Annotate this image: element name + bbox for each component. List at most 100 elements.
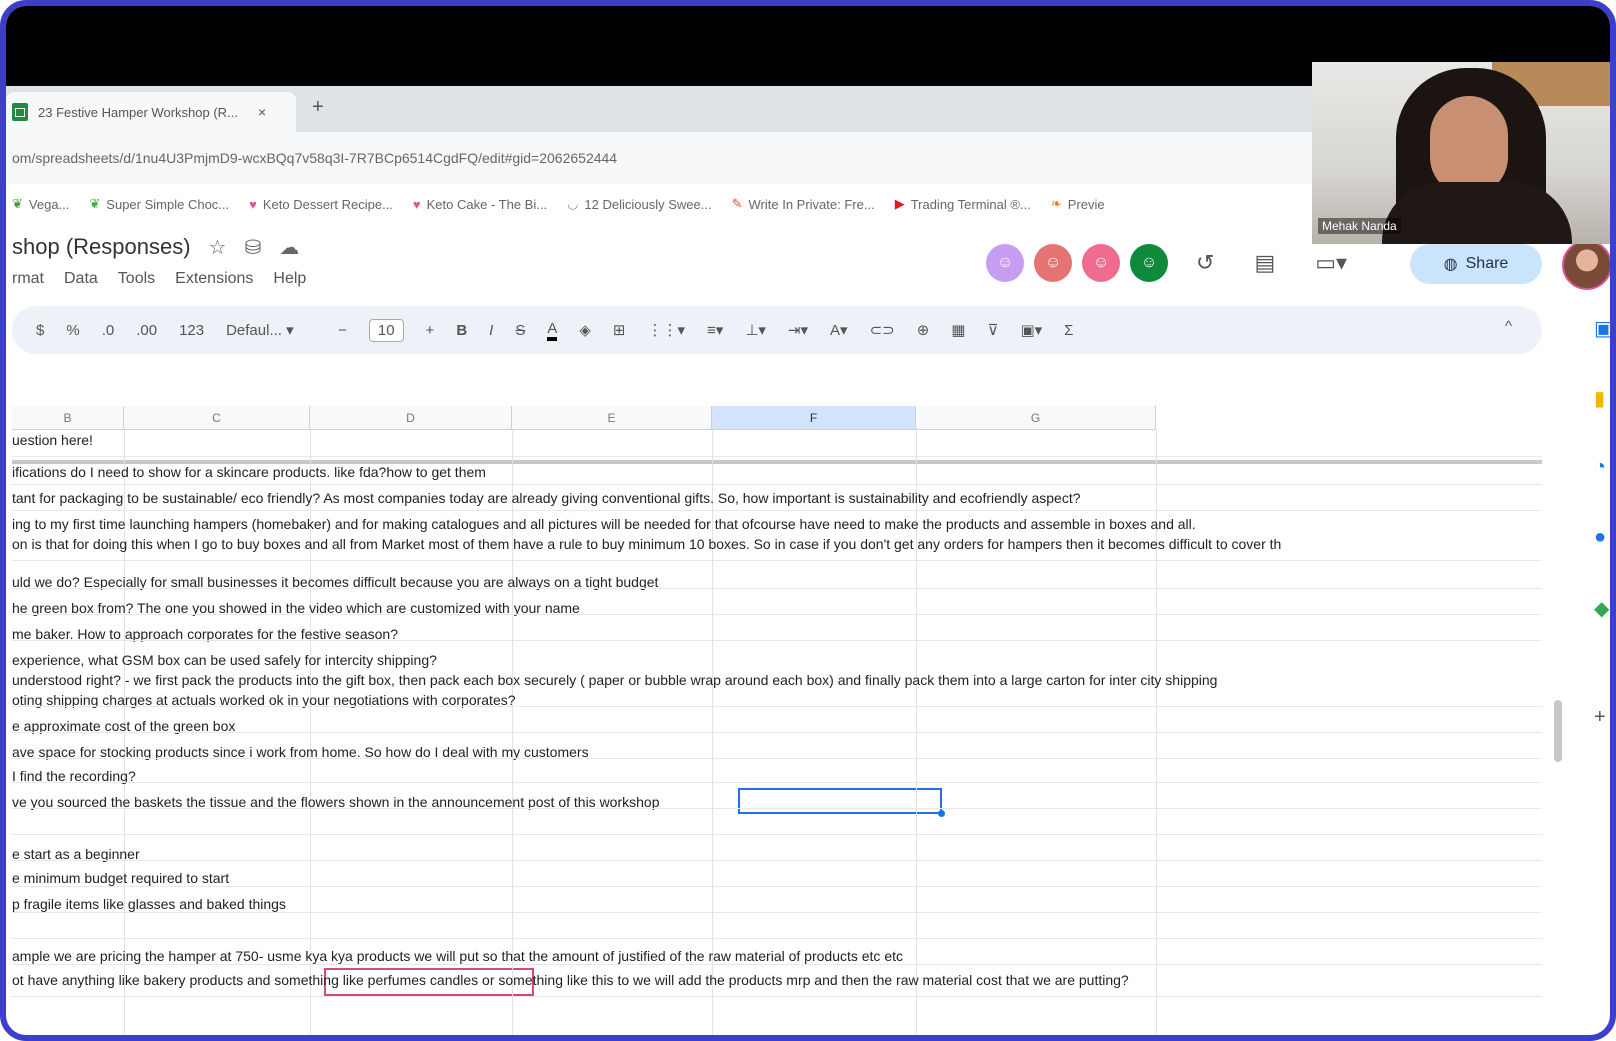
document-title[interactable]: shop (Responses) [12,234,191,260]
bold-button[interactable]: B [456,322,467,339]
avatar-icon[interactable]: ☺ [1130,244,1168,282]
table-row[interactable]: ifications do I need to show for a skinc… [12,464,486,480]
table-row[interactable]: ing to my first time launching hampers (… [12,516,1196,532]
filter-icon[interactable]: ⊽ [987,321,998,339]
increase-font-size-button[interactable]: + [426,322,435,339]
row-gridline [12,560,1542,561]
move-icon[interactable]: ⛁ [244,235,261,260]
fill-handle[interactable] [938,810,945,817]
calendar-icon[interactable]: ▣ [1594,316,1610,341]
table-row[interactable]: understood right? - we first pack the pr… [12,672,1217,688]
url-text[interactable]: om/spreadsheets/d/1nu4U3PmjmD9-wcxBQq7v5… [12,150,617,166]
table-row[interactable]: ot have anything like bakery products an… [12,972,1129,988]
selected-cell[interactable] [738,788,942,814]
avatar-icon[interactable]: ☺ [1034,244,1072,282]
insert-comment-icon[interactable]: ⊕ [917,321,930,339]
maps-icon[interactable]: ◆ [1594,596,1609,621]
version-history-icon[interactable]: ↺ [1196,250,1214,276]
spreadsheet-grid[interactable]: B C D E F Guestion here! ifications do I need … [12,406,1542,1035]
keep-icon[interactable]: ▮ [1594,386,1605,411]
sheet-title-row: shop (Responses) ☆ ⛁ ☁ [12,234,299,260]
close-tab-icon[interactable]: × [258,104,266,120]
menu-item[interactable]: Data [64,270,98,288]
new-tab-button[interactable]: + [312,96,324,119]
number-format-button[interactable]: 123 [179,322,204,339]
text-rotation-icon[interactable]: A▾ [830,321,848,339]
avatar-icon[interactable]: ☺ [1082,244,1120,282]
column-header[interactable]: B [12,406,124,430]
profile-avatar[interactable] [1562,240,1610,290]
bookmark-item[interactable]: ♥ Keto Dessert Recipe... [249,197,393,212]
cloud-status-icon[interactable]: ☁ [279,235,299,260]
column-header[interactable]: D [310,406,512,430]
menu-item[interactable]: Tools [118,270,155,288]
functions-button[interactable]: Σ [1064,322,1073,339]
vertical-scrollbar[interactable] [1554,700,1562,762]
tasks-icon[interactable]: ◔ [1594,456,1606,479]
menu-item[interactable]: Help [273,270,306,288]
table-row[interactable]: e minimum budget required to start [12,870,229,886]
column-header[interactable]: G [916,406,1156,430]
bookmark-label: Write In Private: Fre... [748,196,875,212]
increase-decimal-icon[interactable]: .00 [136,322,157,339]
menu-item[interactable]: Extensions [175,270,253,288]
browser-tab[interactable]: 23 Festive Hamper Workshop (R... × [6,92,296,132]
row-gridline [12,834,1542,835]
bookmark-item[interactable]: ▶ Trading Terminal ®... [895,196,1031,212]
bookmark-item[interactable]: ◡ 12 Deliciously Swee... [567,196,712,212]
bookmark-label: 12 Deliciously Swee... [584,196,712,212]
horizontal-align-icon[interactable]: ≡▾ [707,321,723,339]
meet-icon[interactable]: ▭▾ [1315,250,1347,276]
bookmark-item[interactable]: ✎ Write In Private: Fre... [732,196,875,212]
table-row[interactable]: tant for packaging to be sustainable/ ec… [12,490,1081,506]
text-wrap-icon[interactable]: ⇥▾ [788,321,808,339]
menu-item[interactable]: rmat [12,270,44,288]
share-button[interactable]: ◍ Share [1410,244,1542,284]
decrease-font-size-button[interactable]: − [338,322,347,339]
avatar-icon[interactable]: ☺ [986,244,1024,282]
participant-face [1430,96,1508,196]
formatting-toolbar: $ % .0 .00 123 Defaul... ▾ − 10 + B I S … [12,306,1542,354]
youtube-icon: ▶ [894,196,905,211]
borders-icon[interactable]: ⊞ [613,321,626,339]
bookmark-label: Keto Dessert Recipe... [262,196,393,212]
table-row[interactable]: experience, what GSM box can be used saf… [12,652,437,668]
insert-chart-icon[interactable]: ▦ [951,321,965,339]
flame-icon: ❧ [1050,196,1062,211]
fill-color-icon[interactable]: ◈ [579,321,591,339]
bookmark-item[interactable]: ❦ Vega... [12,196,69,212]
decrease-decimal-icon[interactable]: .0 [102,322,115,339]
heart-icon: ♥ [412,196,421,212]
text-color-button[interactable]: A [547,320,558,341]
comments-icon[interactable]: ▤ [1254,250,1275,276]
contacts-icon[interactable]: ● [1594,526,1606,549]
bookmark-item[interactable]: ❧ Previe [1051,196,1105,212]
currency-button[interactable]: $ [36,322,44,339]
column-header[interactable]: C [124,406,310,430]
globe-icon: ◍ [1443,256,1458,273]
percent-button[interactable]: % [66,322,79,339]
menu-bar: rmat Data Tools Extensions Help [12,270,306,288]
row-gridline [12,640,1542,641]
column-header[interactable]: E [512,406,712,430]
vertical-align-icon[interactable]: ⊥▾ [745,321,766,339]
italic-button[interactable]: I [489,322,493,339]
strikethrough-button[interactable]: S [515,322,525,339]
screen-frame: 23 Festive Hamper Workshop (R... × + om/… [0,0,1616,1041]
insert-link-icon[interactable]: ⊂⊃ [870,321,895,339]
table-row[interactable]: on is that for doing this when I go to b… [12,536,1281,552]
bookmark-item[interactable]: ❦ Super Simple Choc... [89,196,229,212]
participant-body [1382,182,1572,244]
add-addon-icon[interactable]: + [1594,706,1606,729]
table-row[interactable]: p fragile items like glasses and baked t… [12,896,286,912]
collapse-menu-button[interactable]: ^ [1505,318,1512,335]
star-icon[interactable]: ☆ [209,235,227,260]
column-header[interactable]: F [712,406,916,430]
table-row[interactable]: uestion here! [12,432,93,448]
merge-cells-icon[interactable]: ⋮⋮▾ [647,321,685,339]
filter-views-icon[interactable]: ▣▾ [1020,321,1042,339]
font-family-dropdown[interactable]: Defaul... ▾ [226,321,316,339]
table-row[interactable]: ample we are pricing the hamper at 750- … [12,948,903,964]
font-size-input[interactable]: 10 [368,318,404,342]
bookmark-item[interactable]: ♥ Keto Cake - The Bi... [413,197,547,212]
